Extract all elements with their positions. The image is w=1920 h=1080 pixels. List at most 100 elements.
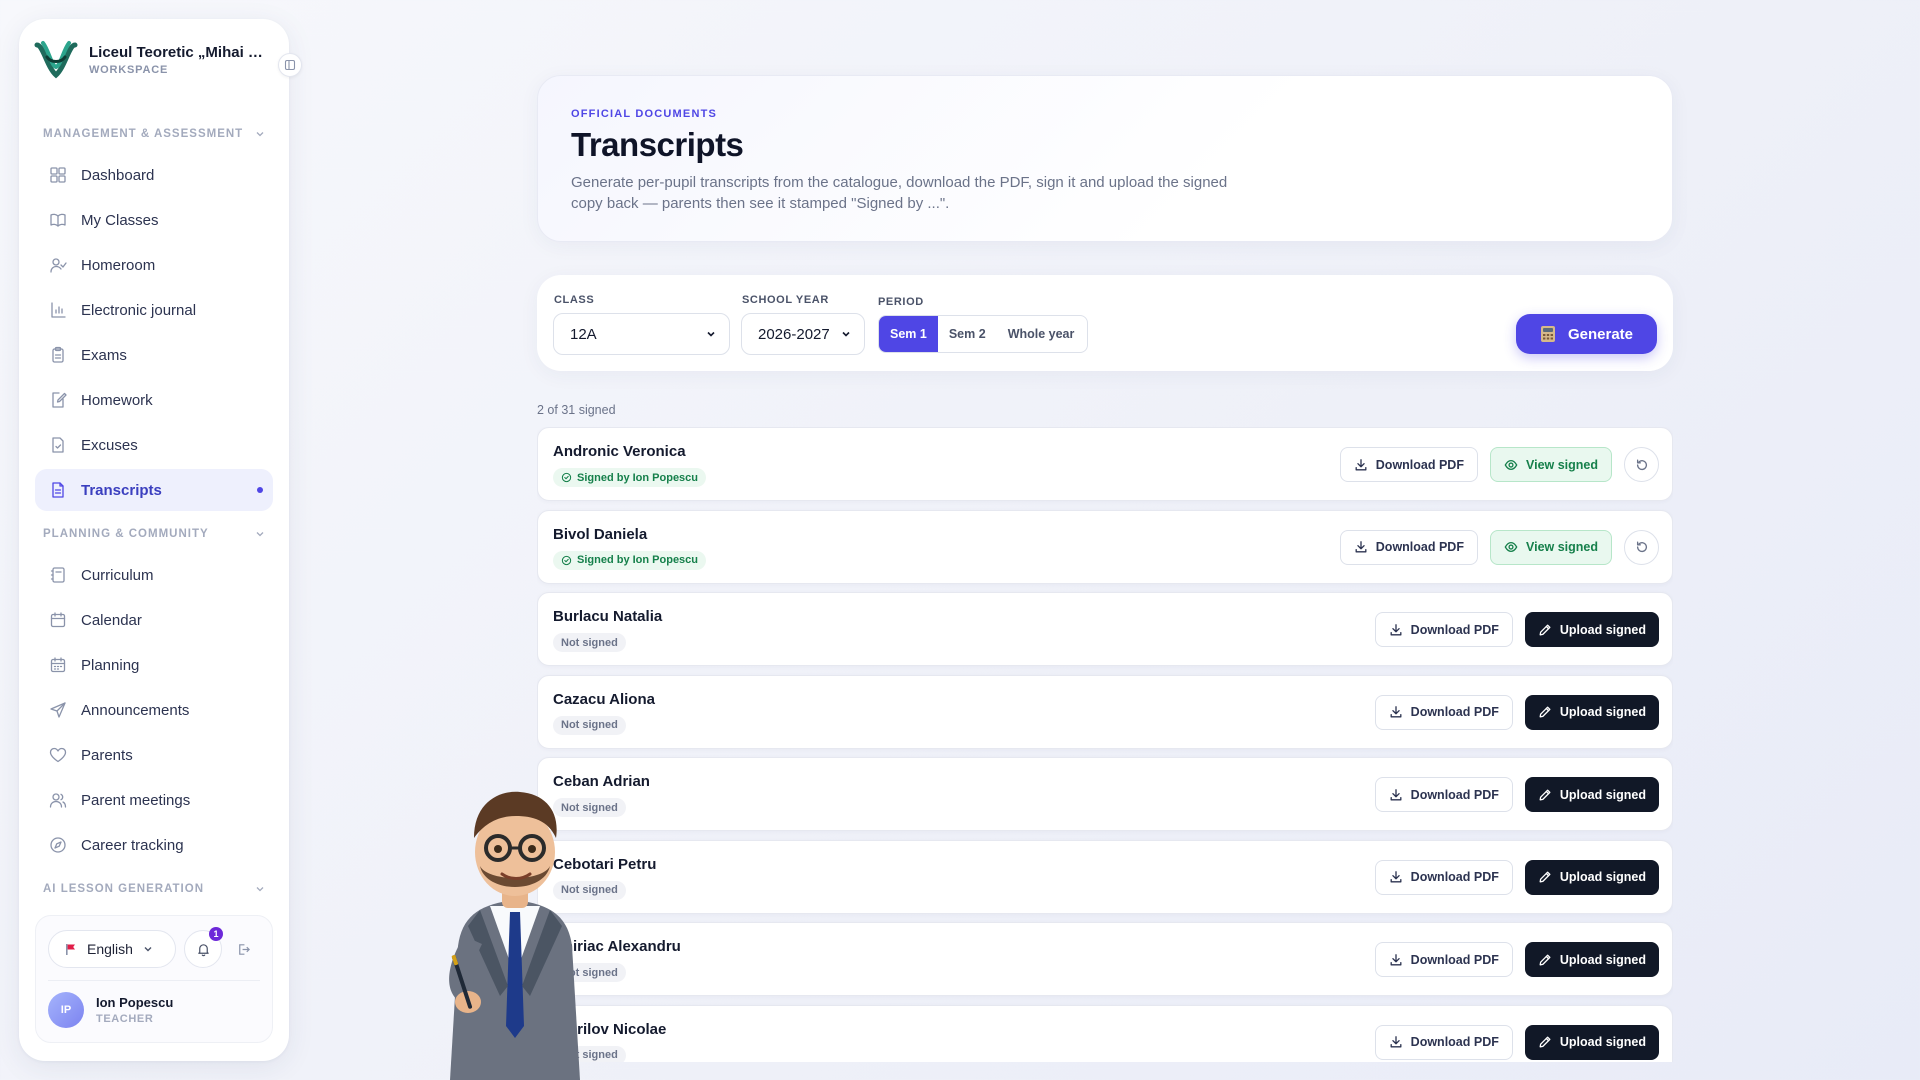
download-pdf-label: Download PDF [1410, 705, 1499, 719]
transcript-row: Ceban Adrian Not signed Download PDF Upload… [537, 757, 1673, 831]
period-sem1[interactable]: Sem 1 [879, 316, 938, 352]
view-signed-button[interactable]: View signed [1489, 447, 1612, 482]
sidebar-item-label: Exams [81, 346, 127, 364]
period-label: PERIOD [878, 296, 924, 308]
status-text: Signed by Ion Popescu [577, 554, 699, 566]
pen-icon [1539, 1036, 1551, 1048]
sidebar-item-lesson-plans[interactable]: Lesson Plans [35, 909, 273, 914]
upload-signed-button[interactable]: Upload signed [1524, 942, 1659, 977]
status-text: Not signed [561, 884, 618, 896]
sidebar: Liceul Teoretic „Mihai Emi... WORKSPACE … [19, 19, 289, 1061]
sidebar-item-announcements[interactable]: Announcements [35, 689, 273, 731]
download-icon [1390, 1036, 1402, 1048]
status-badge: Signed by Ion Popescu [553, 468, 707, 487]
grid-icon [50, 167, 66, 183]
reset-signature-button[interactable] [1624, 447, 1659, 482]
pen-icon [1539, 871, 1551, 883]
active-indicator [257, 487, 263, 493]
sidebar-item-career-tracking[interactable]: Career tracking [35, 824, 273, 866]
sidebar-item-label: Excuses [81, 436, 138, 454]
class-select[interactable]: 12A [553, 313, 730, 355]
sidebar-item-electronic-journal[interactable]: Electronic journal [35, 289, 273, 331]
transcript-row: Burlacu Natalia Not signed Download PDF Upl… [537, 592, 1673, 666]
reset-signature-button[interactable] [1624, 529, 1659, 565]
student-name: Bivol Daniela [553, 525, 648, 543]
check-circle-icon [561, 555, 572, 565]
transcript-row: Andronic Veronica Signed by Ion Popescu Do… [537, 427, 1673, 501]
status-badge: Not signed [553, 963, 626, 982]
view-signed-label: View signed [1525, 540, 1598, 554]
status-text: Not signed [561, 801, 618, 814]
divider [48, 980, 260, 981]
school-year-select[interactable]: 2026-2027 [741, 313, 865, 355]
pen-icon [1539, 706, 1551, 718]
language-select[interactable]: English [48, 930, 176, 968]
upload-signed-label: Upload signed [1559, 870, 1646, 884]
sidebar-item-calendar[interactable]: Calendar [35, 599, 273, 641]
logout-button[interactable] [232, 938, 254, 960]
upload-signed-button[interactable]: Upload signed [1524, 859, 1659, 895]
sidebar-item-label: Parents [81, 746, 133, 764]
sidebar-item-curriculum[interactable]: Curriculum [35, 554, 273, 596]
sidebar-footer: English 1 IP Ion Popescu TEACHER [35, 915, 273, 1043]
user-profile[interactable]: IP Ion Popescu TEACHER [48, 992, 173, 1028]
sidebar-item-homework[interactable]: Homework [35, 379, 273, 421]
generate-label: Generate [1567, 325, 1634, 343]
transcript-row: Cebotari Petru Not signed Download PDF Uplo… [537, 839, 1673, 914]
sidebar-item-homeroom[interactable]: Homeroom [35, 244, 273, 286]
download-pdf-label: Download PDF [1410, 1035, 1499, 1049]
sidebar-item-parents[interactable]: Parents [35, 734, 273, 776]
upload-signed-button[interactable]: Upload signed [1524, 1024, 1659, 1060]
download-pdf-button[interactable]: Download PDF [1374, 694, 1513, 730]
notifications-button[interactable]: 1 [184, 927, 223, 968]
download-pdf-button[interactable]: Download PDF [1339, 529, 1478, 565]
heart-icon [49, 747, 67, 763]
download-icon [1355, 541, 1367, 553]
status-badge: Not signed [553, 798, 626, 817]
download-pdf-label: Download PDF [1410, 622, 1499, 637]
student-name: Chirilov Nicolae [553, 1020, 667, 1038]
download-pdf-button[interactable]: Download PDF [1374, 942, 1513, 977]
period-selector[interactable]: Sem 1 Sem 2 Whole year [878, 315, 1088, 353]
download-pdf-button[interactable]: Download PDF [1374, 777, 1513, 812]
download-pdf-button[interactable]: Download PDF [1374, 859, 1513, 895]
sidebar-item-exams[interactable]: Exams [35, 334, 273, 376]
sidebar-item-planning[interactable]: Planning [35, 644, 273, 686]
nav-section-title: PLANNING & COMMUNITY [43, 528, 209, 540]
sidebar-item-dashboard[interactable]: Dashboard [35, 154, 273, 196]
upload-signed-button[interactable]: Upload signed [1524, 612, 1659, 647]
check-circle-icon [561, 472, 572, 483]
nav-section-header[interactable]: AI LESSON GENERATION [19, 869, 289, 909]
upload-signed-label: Upload signed [1559, 705, 1646, 719]
download-pdf-label: Download PDF [1375, 540, 1464, 554]
chevron-down-icon [256, 132, 264, 137]
users-icon [49, 793, 67, 808]
nav-section-header[interactable]: MANAGEMENT & ASSESSMENT [19, 114, 289, 154]
collapse-sidebar-button[interactable] [278, 53, 302, 77]
download-pdf-button[interactable]: Download PDF [1374, 612, 1513, 647]
period-sem2[interactable]: Sem 2 [938, 316, 997, 352]
notebook-icon [50, 567, 65, 583]
filters-bar: CLASS 12A SCHOOL YEAR 2026-2027 PERIOD S… [537, 275, 1673, 371]
download-pdf-button[interactable]: Download PDF [1339, 447, 1478, 482]
view-signed-button[interactable]: View signed [1489, 529, 1612, 565]
sidebar-item-label: Transcripts [81, 481, 162, 499]
row-actions: Download PDF View signed [1339, 529, 1659, 565]
transcript-row: Chirilov Nicolae Not signed Download PDF Up… [537, 1004, 1673, 1062]
school-name: Liceul Teoretic „Mihai Emi... [89, 44, 269, 61]
download-icon [1355, 458, 1367, 470]
sidebar-item-excuses[interactable]: Excuses [35, 424, 273, 466]
sidebar-nav[interactable]: MANAGEMENT & ASSESSMENT Dashboard My Class… [19, 114, 289, 914]
generate-button[interactable]: Generate [1516, 314, 1657, 354]
brand[interactable]: Liceul Teoretic „Mihai Emi... WORKSPACE [33, 37, 273, 83]
sidebar-item-my-classes[interactable]: My Classes [35, 199, 273, 241]
sidebar-item-transcripts[interactable]: Transcripts [35, 469, 273, 511]
upload-signed-button[interactable]: Upload signed [1524, 777, 1659, 812]
sidebar-item-parent-meetings[interactable]: Parent meetings [35, 779, 273, 821]
nav-section-header[interactable]: PLANNING & COMMUNITY [19, 514, 289, 554]
upload-signed-button[interactable]: Upload signed [1524, 694, 1659, 730]
download-pdf-button[interactable]: Download PDF [1374, 1024, 1513, 1060]
period-whole-year[interactable]: Whole year [997, 316, 1086, 352]
pen-icon [1539, 789, 1551, 800]
download-icon [1390, 788, 1402, 800]
